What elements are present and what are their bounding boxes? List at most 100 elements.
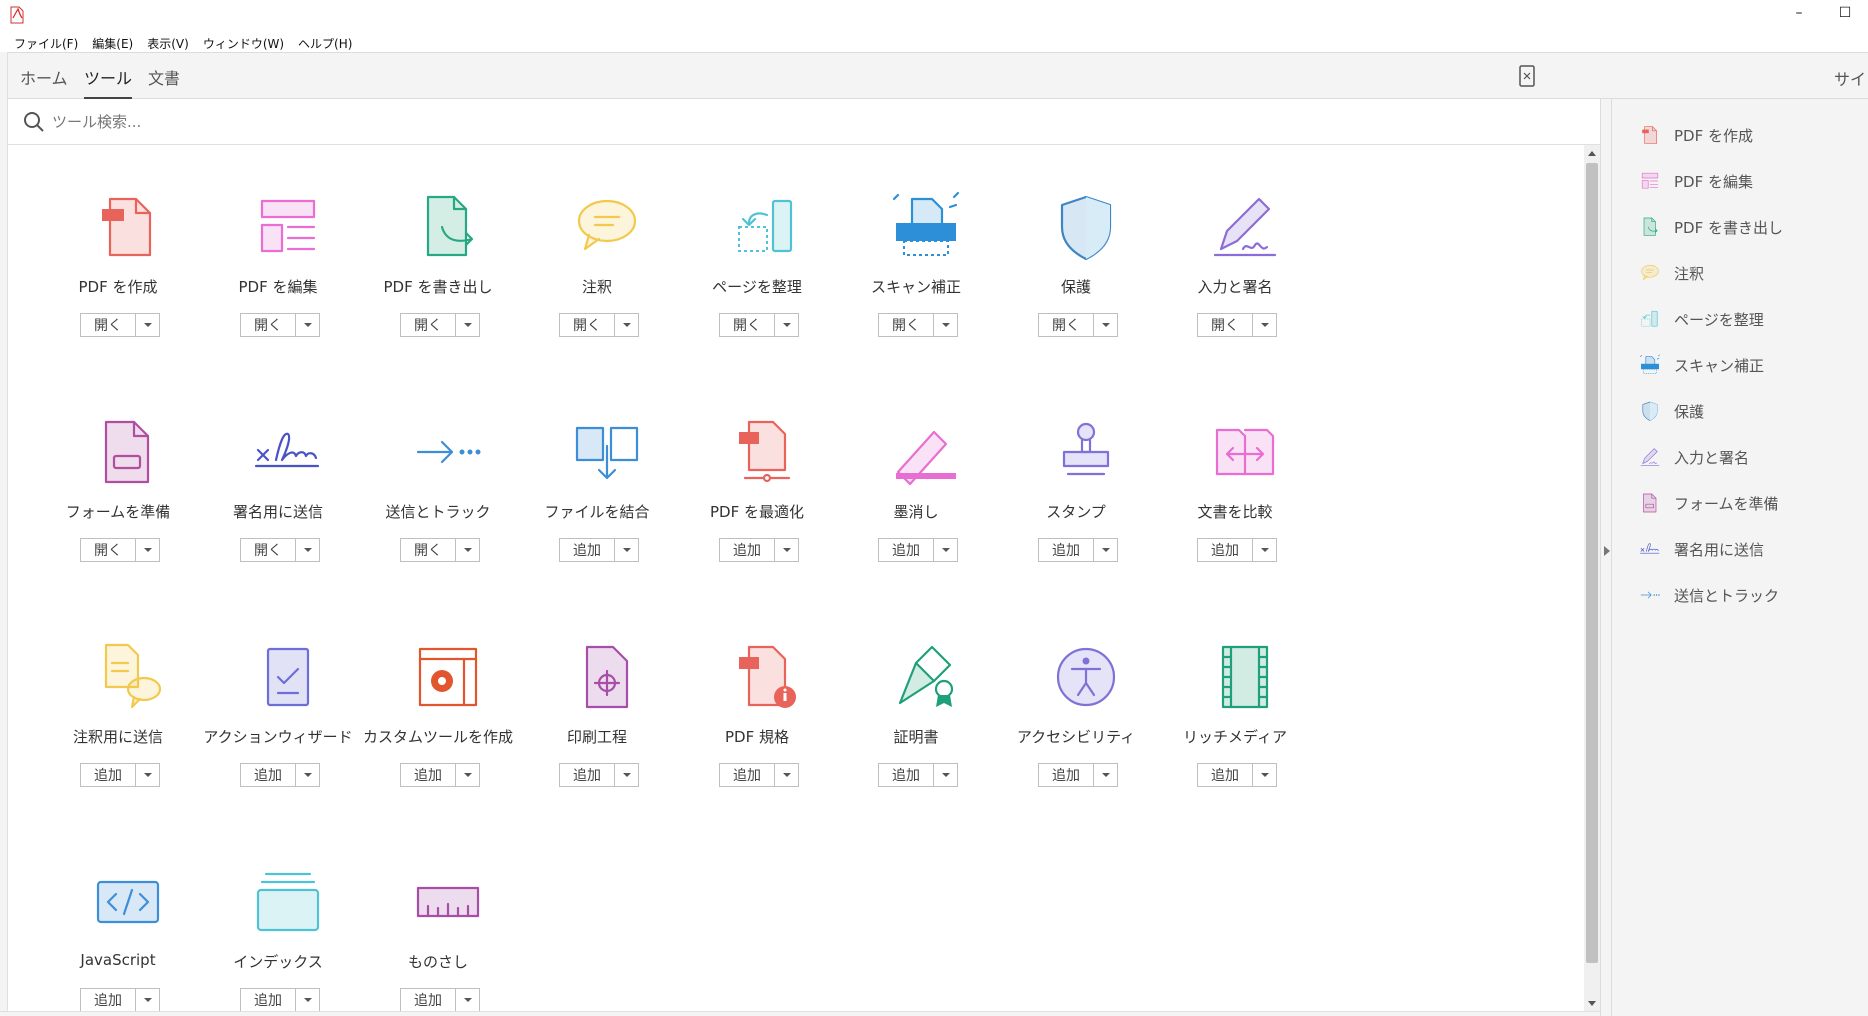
tool-dropdown-arrow-icon[interactable] bbox=[296, 314, 319, 336]
tool-label[interactable]: ものさし bbox=[343, 951, 533, 972]
tool-action-button[interactable]: 開く bbox=[720, 314, 775, 336]
optimize-pdf-icon[interactable] bbox=[727, 412, 807, 492]
pane-splitter[interactable] bbox=[1600, 99, 1612, 1016]
right-pane-item[interactable]: フォームを準備 bbox=[1638, 491, 1779, 515]
right-pane-item[interactable]: 送信とトラック bbox=[1638, 583, 1779, 607]
tool-dropdown-arrow-icon[interactable] bbox=[1094, 314, 1117, 336]
right-pane-item[interactable]: ページを整理 bbox=[1638, 307, 1764, 331]
right-pane-item[interactable]: 署名用に送信 bbox=[1638, 537, 1764, 561]
shield-icon[interactable] bbox=[1046, 187, 1126, 267]
tab-document[interactable]: 文書 bbox=[148, 65, 180, 97]
tool-action-button[interactable]: 追加 bbox=[81, 764, 136, 786]
tool-dropdown-arrow-icon[interactable] bbox=[1253, 764, 1276, 786]
tool-dropdown-arrow-icon[interactable] bbox=[775, 314, 798, 336]
tool-action-button[interactable]: 開く bbox=[401, 539, 456, 561]
right-pane-item[interactable]: PDF を書き出し bbox=[1638, 215, 1783, 239]
right-pane-item[interactable]: PDF を編集 bbox=[1638, 169, 1753, 193]
tool-dropdown-arrow-icon[interactable] bbox=[615, 314, 638, 336]
tool-action-button[interactable]: 追加 bbox=[879, 764, 934, 786]
tool-dropdown-arrow-icon[interactable] bbox=[136, 764, 159, 786]
certificate-icon[interactable] bbox=[886, 637, 966, 717]
tool-action-button[interactable]: 開く bbox=[1198, 314, 1253, 336]
tool-action-button[interactable]: 開く bbox=[401, 314, 456, 336]
tool-action-button[interactable]: 追加 bbox=[401, 764, 456, 786]
custom-tool-icon[interactable] bbox=[408, 637, 488, 717]
tool-action-button[interactable]: 追加 bbox=[81, 989, 136, 1011]
tool-dropdown-arrow-icon[interactable] bbox=[136, 989, 159, 1011]
tool-action-button[interactable]: 追加 bbox=[560, 764, 615, 786]
menu-window[interactable]: ウィンドウ(W) bbox=[203, 35, 284, 52]
tool-dropdown-arrow-icon[interactable] bbox=[615, 764, 638, 786]
javascript-icon[interactable] bbox=[88, 862, 168, 942]
sign-in-link[interactable]: サイン bbox=[1834, 66, 1868, 90]
edit-pdf-icon[interactable] bbox=[248, 187, 328, 267]
tool-dropdown-arrow-icon[interactable] bbox=[775, 764, 798, 786]
tool-action-button[interactable]: 追加 bbox=[401, 989, 456, 1011]
measure-icon[interactable] bbox=[408, 862, 488, 942]
prepare-form-icon[interactable] bbox=[88, 412, 168, 492]
right-pane-item[interactable]: 保護 bbox=[1638, 399, 1704, 423]
tool-action-button[interactable]: 追加 bbox=[720, 539, 775, 561]
tool-label[interactable]: 文書を比較 bbox=[1140, 501, 1330, 522]
scroll-up-arrow[interactable] bbox=[1584, 145, 1600, 161]
scroll-thumb[interactable] bbox=[1586, 163, 1598, 963]
tool-dropdown-arrow-icon[interactable] bbox=[456, 989, 479, 1011]
tool-dropdown-arrow-icon[interactable] bbox=[934, 314, 957, 336]
mobile-link-icon[interactable] bbox=[1519, 65, 1535, 87]
redact-icon[interactable] bbox=[886, 412, 966, 492]
tool-dropdown-arrow-icon[interactable] bbox=[934, 764, 957, 786]
maximize-button[interactable]: ☐ bbox=[1822, 0, 1868, 26]
organize-pages-icon[interactable] bbox=[727, 187, 807, 267]
stamp-icon[interactable] bbox=[1046, 412, 1126, 492]
tool-dropdown-arrow-icon[interactable] bbox=[615, 539, 638, 561]
pdf-standards-icon[interactable] bbox=[727, 637, 807, 717]
tool-dropdown-arrow-icon[interactable] bbox=[136, 314, 159, 336]
tool-action-button[interactable]: 開く bbox=[879, 314, 934, 336]
right-pane-item[interactable]: PDF を作成 bbox=[1638, 123, 1753, 147]
tool-action-button[interactable]: 追加 bbox=[241, 989, 296, 1011]
scan-icon[interactable] bbox=[886, 187, 966, 267]
tool-card[interactable]: ものさし追加 bbox=[343, 820, 533, 1011]
send-signature-icon[interactable] bbox=[248, 412, 328, 492]
tool-dropdown-arrow-icon[interactable] bbox=[296, 764, 319, 786]
menu-edit[interactable]: 編集(E) bbox=[92, 35, 133, 52]
tool-card[interactable]: 文書を比較追加 bbox=[1140, 370, 1330, 595]
rich-media-icon[interactable] bbox=[1205, 637, 1285, 717]
tool-action-button[interactable]: 追加 bbox=[1039, 539, 1094, 561]
index-icon[interactable] bbox=[248, 862, 328, 942]
tool-dropdown-arrow-icon[interactable] bbox=[456, 539, 479, 561]
tool-action-button[interactable]: 追加 bbox=[720, 764, 775, 786]
menu-help[interactable]: ヘルプ(H) bbox=[298, 35, 352, 52]
accessibility-icon[interactable] bbox=[1046, 637, 1126, 717]
tool-dropdown-arrow-icon[interactable] bbox=[456, 764, 479, 786]
tool-dropdown-arrow-icon[interactable] bbox=[296, 989, 319, 1011]
tool-dropdown-arrow-icon[interactable] bbox=[136, 539, 159, 561]
tool-action-button[interactable]: 追加 bbox=[1039, 764, 1094, 786]
scroll-down-arrow[interactable] bbox=[1584, 995, 1600, 1011]
tool-dropdown-arrow-icon[interactable] bbox=[1253, 314, 1276, 336]
tool-dropdown-arrow-icon[interactable] bbox=[296, 539, 319, 561]
tool-action-button[interactable]: 追加 bbox=[1198, 539, 1253, 561]
tool-action-button[interactable]: 追加 bbox=[560, 539, 615, 561]
minimize-button[interactable]: – bbox=[1776, 0, 1822, 26]
tool-action-button[interactable]: 開く bbox=[560, 314, 615, 336]
right-pane-item[interactable]: スキャン補正 bbox=[1638, 353, 1764, 377]
tool-card[interactable]: 入力と署名 開く bbox=[1140, 145, 1330, 370]
right-pane-item[interactable]: 注釈 bbox=[1638, 261, 1704, 285]
tool-action-button[interactable]: 開く bbox=[241, 539, 296, 561]
tool-action-button[interactable]: 追加 bbox=[1198, 764, 1253, 786]
tool-action-button[interactable]: 追加 bbox=[879, 539, 934, 561]
fill-sign-icon[interactable] bbox=[1205, 187, 1285, 267]
tool-dropdown-arrow-icon[interactable] bbox=[1094, 539, 1117, 561]
comment-icon[interactable] bbox=[567, 187, 647, 267]
tool-action-button[interactable]: 開く bbox=[241, 314, 296, 336]
tool-dropdown-arrow-icon[interactable] bbox=[775, 539, 798, 561]
tool-dropdown-arrow-icon[interactable] bbox=[934, 539, 957, 561]
expand-pane-arrow-icon[interactable] bbox=[1604, 546, 1610, 556]
tool-action-button[interactable]: 追加 bbox=[241, 764, 296, 786]
combine-files-icon[interactable] bbox=[567, 412, 647, 492]
action-wizard-icon[interactable] bbox=[248, 637, 328, 717]
send-comments-icon[interactable] bbox=[88, 637, 168, 717]
menu-view[interactable]: 表示(V) bbox=[147, 35, 189, 52]
tool-dropdown-arrow-icon[interactable] bbox=[1253, 539, 1276, 561]
